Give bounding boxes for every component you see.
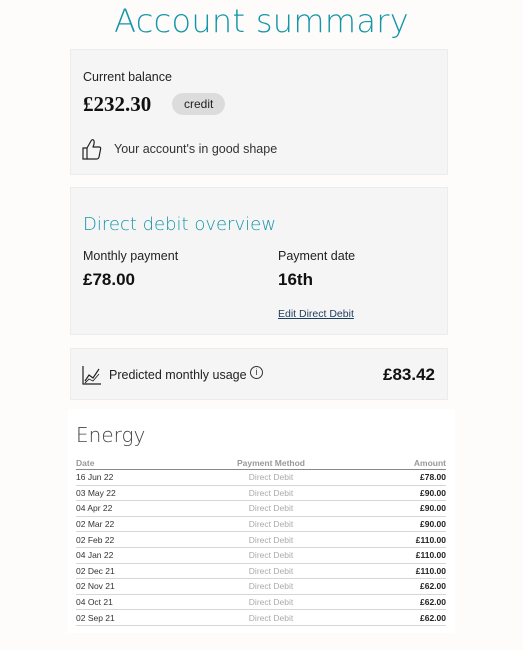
table-row: 02 Dec 21 Direct Debit £110.00 — [76, 563, 446, 580]
row-amount: £110.00 — [346, 531, 446, 548]
direct-debit-title: Direct debit overview — [83, 214, 276, 235]
predicted-usage-label: Predicted monthly usage — [109, 368, 247, 382]
row-payment-method: Direct Debit — [196, 485, 346, 502]
column-header-amount: Amount — [346, 456, 446, 470]
row-amount: £110.00 — [346, 563, 446, 580]
energy-section: Energy Date Payment Method Amount 16 Jun… — [68, 409, 455, 633]
table-row: 04 Jan 22 Direct Debit £110.00 — [76, 547, 446, 564]
row-date: 02 Feb 22 — [76, 531, 196, 548]
line-chart-icon — [82, 366, 101, 385]
direct-debit-card: Direct debit overview Monthly payment £7… — [70, 187, 448, 335]
row-amount: £78.00 — [346, 469, 446, 486]
predicted-usage-card: Predicted monthly usage i £83.42 — [70, 348, 448, 400]
row-payment-method: Direct Debit — [196, 609, 346, 626]
credit-badge: credit — [172, 93, 226, 115]
table-row: 04 Apr 22 Direct Debit £90.00 — [76, 500, 446, 517]
row-amount: £90.00 — [346, 485, 446, 502]
row-date: 02 Nov 21 — [76, 578, 196, 595]
row-payment-method: Direct Debit — [196, 563, 346, 580]
row-payment-method: Direct Debit — [196, 578, 346, 595]
monthly-payment-value: £78.00 — [83, 270, 135, 289]
row-payment-method: Direct Debit — [196, 516, 346, 533]
monthly-payment-label: Monthly payment — [83, 249, 179, 263]
table-row: 02 Mar 22 Direct Debit £90.00 — [76, 516, 446, 533]
table-row: 02 Feb 22 Direct Debit £110.00 — [76, 531, 446, 548]
table-row: 02 Nov 21 Direct Debit £62.00 — [76, 578, 446, 595]
row-date: 02 Dec 21 — [76, 563, 196, 580]
table-header-row: Date Payment Method Amount — [76, 456, 446, 470]
row-payment-method: Direct Debit — [196, 547, 346, 564]
payment-date-value: 16th — [278, 270, 313, 289]
row-date: 04 Apr 22 — [76, 500, 196, 517]
row-date: 04 Oct 21 — [76, 594, 196, 611]
row-amount: £90.00 — [346, 516, 446, 533]
predicted-usage-value: £83.42 — [383, 365, 435, 384]
row-amount: £90.00 — [346, 500, 446, 517]
page-title: Account summary — [114, 2, 409, 40]
row-payment-method: Direct Debit — [196, 500, 346, 517]
row-payment-method: Direct Debit — [196, 594, 346, 611]
row-date: 02 Mar 22 — [76, 516, 196, 533]
row-amount: £110.00 — [346, 547, 446, 564]
row-date: 02 Sep 21 — [76, 609, 196, 626]
row-date: 16 Jun 22 — [76, 469, 196, 486]
thumbs-up-icon — [82, 139, 102, 160]
row-amount: £62.00 — [346, 594, 446, 611]
row-amount: £62.00 — [346, 578, 446, 595]
row-payment-method: Direct Debit — [196, 531, 346, 548]
table-row: 16 Jun 22 Direct Debit £78.00 — [76, 469, 446, 486]
energy-title: Energy — [76, 423, 146, 447]
payments-table: Date Payment Method Amount 16 Jun 22 Dire… — [76, 456, 446, 626]
table-row: 03 May 22 Direct Debit £90.00 — [76, 485, 446, 502]
info-icon[interactable]: i — [250, 366, 263, 379]
payment-date-label: Payment date — [278, 249, 356, 263]
balance-value: £232.30 — [83, 92, 152, 116]
column-header-date: Date — [76, 456, 196, 470]
edit-direct-debit-link[interactable]: Edit Direct Debit — [278, 308, 354, 320]
row-date: 04 Jan 22 — [76, 547, 196, 564]
balance-label: Current balance — [83, 70, 172, 84]
row-date: 03 May 22 — [76, 485, 196, 502]
row-amount: £62.00 — [346, 609, 446, 626]
table-row: 04 Oct 21 Direct Debit £62.00 — [76, 594, 446, 611]
table-row: 02 Sep 21 Direct Debit £62.00 — [76, 609, 446, 626]
row-payment-method: Direct Debit — [196, 469, 346, 486]
account-health-text: Your account's in good shape — [114, 142, 278, 156]
column-header-payment-method: Payment Method — [196, 456, 346, 470]
balance-card: Current balance £232.30 credit Your acco… — [70, 49, 448, 175]
